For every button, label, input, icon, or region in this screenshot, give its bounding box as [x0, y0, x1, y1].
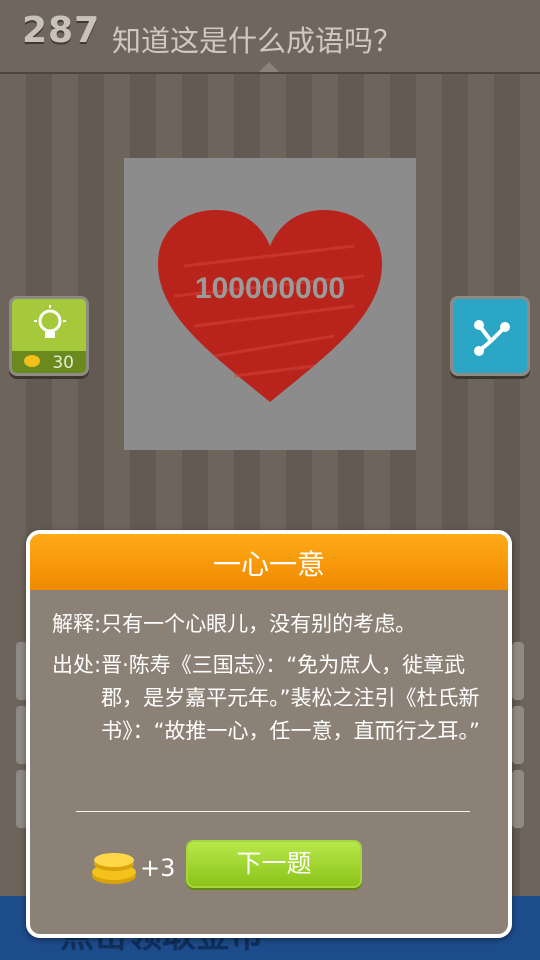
level-number: 287	[22, 10, 101, 51]
coin-icon	[24, 355, 40, 367]
header-notch	[259, 62, 279, 72]
heart-number: 100000000	[194, 272, 346, 305]
coins-icon	[92, 853, 136, 884]
lightbulb-icon	[34, 305, 66, 338]
explain-row: 解释: 只有一个心眼儿，没有别的考虑。	[52, 608, 492, 641]
share-icon	[474, 320, 510, 356]
hint-button[interactable]: 30	[9, 296, 89, 376]
popup-header: 一心一意	[30, 534, 508, 590]
share-button[interactable]	[450, 296, 530, 376]
answer-tile[interactable]	[512, 642, 524, 700]
question-text: 知道这是什么成语吗？	[112, 24, 403, 58]
hint-cost-bar: 30	[12, 351, 86, 373]
answer-tile[interactable]	[512, 706, 524, 764]
source-row: 出处: 晋·陈寿《三国志》：“免为庶人，徙章武郡，是岁嘉平元年。”裴松之注引《杜…	[52, 649, 492, 748]
answer-tile[interactable]	[512, 770, 524, 828]
header-bar: 287 知道这是什么成语吗？	[0, 0, 540, 74]
divider	[76, 811, 470, 812]
hint-cost: 30	[52, 353, 74, 373]
explain-label: 解释:	[52, 612, 102, 636]
popup-title: 一心一意	[212, 548, 325, 581]
popup-body: 解释: 只有一个心眼儿，没有别的考虑。 出处: 晋·陈寿《三国志》：“免为庶人，…	[52, 608, 492, 748]
answer-popup: 一心一意 解释: 只有一个心眼儿，没有别的考虑。 出处: 晋·陈寿《三国志》：“…	[26, 530, 512, 938]
next-question-button[interactable]: 下一题	[186, 840, 362, 888]
source-text: 晋·陈寿《三国志》：“免为庶人，徙章武郡，是岁嘉平元年。”裴松之注引《杜氏新书》…	[101, 653, 480, 743]
puzzle-image: 100000000	[124, 158, 416, 450]
reward-amount: +3	[140, 854, 176, 882]
explain-text: 只有一个心眼儿，没有别的考虑。	[101, 612, 417, 636]
source-label: 出处:	[52, 653, 102, 677]
heart-icon	[158, 210, 382, 402]
